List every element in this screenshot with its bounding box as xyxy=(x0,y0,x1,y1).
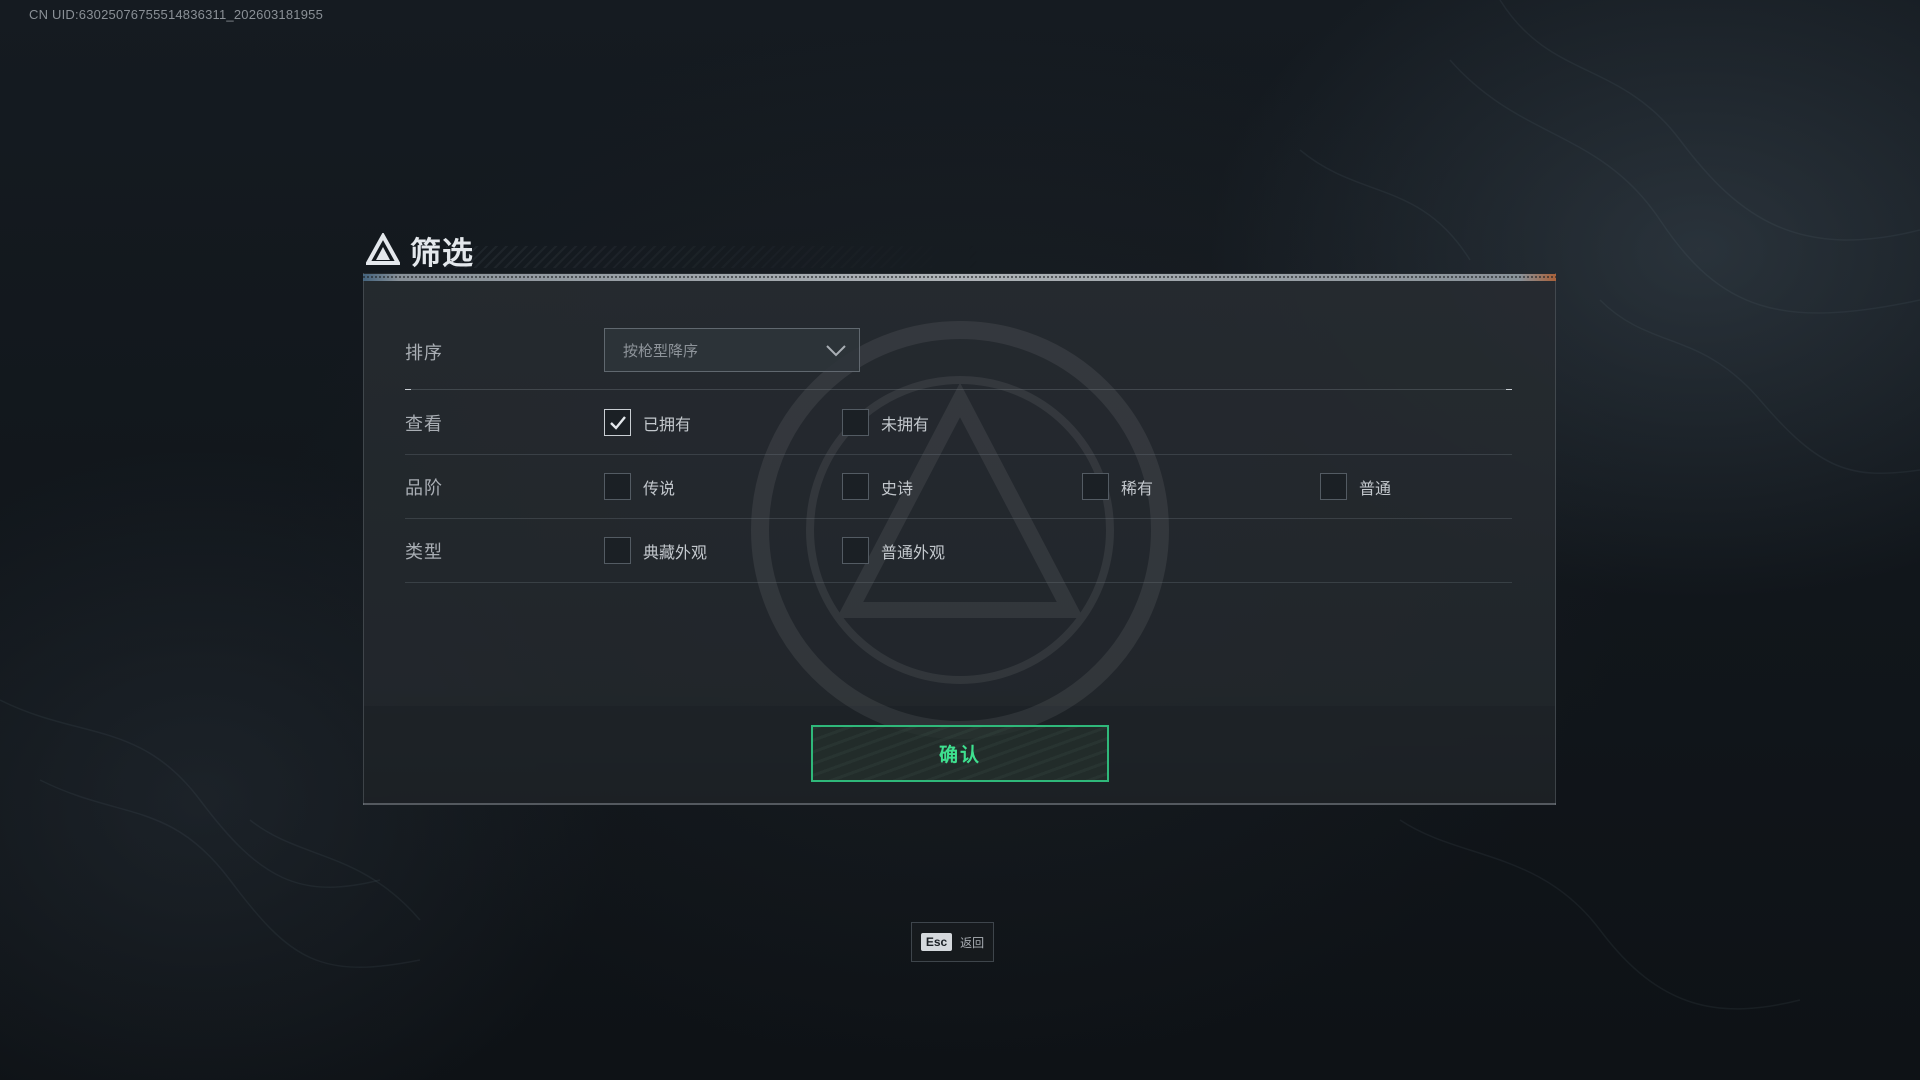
sort-dropdown-value: 按枪型降序 xyxy=(623,341,699,360)
rarity-label: 品阶 xyxy=(405,477,443,499)
type-row: 类型 典藏外观 普通外观 xyxy=(405,519,1512,583)
esc-key-icon: Esc xyxy=(920,933,953,951)
view-option-owned[interactable]: 已拥有 xyxy=(604,409,691,436)
rarity-row: 品阶 传说 史诗 稀有 普通 xyxy=(405,455,1512,519)
rare-label: 稀有 xyxy=(1121,478,1154,498)
rarity-option-common[interactable]: 普通 xyxy=(1320,473,1391,500)
rarity-option-legendary[interactable]: 传说 xyxy=(604,473,675,500)
not-owned-label: 未拥有 xyxy=(881,414,930,434)
confirm-button[interactable]: 确认 xyxy=(811,725,1109,782)
dialog-title: 筛选 xyxy=(410,235,474,272)
user-uid-text: CN UID:63025076755514836311_202603181955 xyxy=(29,7,324,22)
esc-back-button[interactable]: Esc 返回 xyxy=(911,922,994,962)
triangle-logo-icon xyxy=(366,233,400,265)
sort-row: 排序 按枪型降序 xyxy=(405,328,1512,390)
type-label: 类型 xyxy=(405,541,443,563)
rarity-option-epic[interactable]: 史诗 xyxy=(842,473,913,500)
legendary-checkbox[interactable] xyxy=(604,473,631,500)
owned-label: 已拥有 xyxy=(643,414,692,434)
legendary-label: 传说 xyxy=(643,478,676,498)
rare-checkbox[interactable] xyxy=(1082,473,1109,500)
title-stripes-decoration xyxy=(446,246,986,268)
collection-skin-label: 典藏外观 xyxy=(643,542,708,562)
dialog-title-bar: 筛选 xyxy=(366,228,986,272)
panel-top-border xyxy=(363,274,1556,281)
not-owned-checkbox[interactable] xyxy=(842,409,869,436)
sort-label: 排序 xyxy=(405,343,443,364)
owned-checkbox[interactable] xyxy=(604,409,631,436)
chevron-down-icon xyxy=(826,345,846,357)
back-label: 返回 xyxy=(960,935,985,950)
confirm-label: 确认 xyxy=(938,744,981,766)
checkmark-icon xyxy=(609,415,626,430)
epic-checkbox[interactable] xyxy=(842,473,869,500)
panel-bottom-border xyxy=(363,803,1556,805)
sort-dropdown[interactable]: 按枪型降序 xyxy=(604,328,860,372)
view-option-not-owned[interactable]: 未拥有 xyxy=(842,409,929,436)
collection-skin-checkbox[interactable] xyxy=(604,537,631,564)
row-corner-tick-right xyxy=(1506,389,1512,390)
rarity-option-rare[interactable]: 稀有 xyxy=(1082,473,1153,500)
common-checkbox[interactable] xyxy=(1320,473,1347,500)
row-corner-tick-left xyxy=(405,389,411,390)
type-option-normal[interactable]: 普通外观 xyxy=(842,537,945,564)
view-row: 查看 已拥有 未拥有 xyxy=(405,391,1512,455)
epic-label: 史诗 xyxy=(881,478,914,498)
type-option-collection[interactable]: 典藏外观 xyxy=(604,537,707,564)
normal-skin-checkbox[interactable] xyxy=(842,537,869,564)
normal-skin-label: 普通外观 xyxy=(881,542,946,562)
view-label: 查看 xyxy=(405,413,443,435)
common-label: 普通 xyxy=(1359,478,1392,498)
